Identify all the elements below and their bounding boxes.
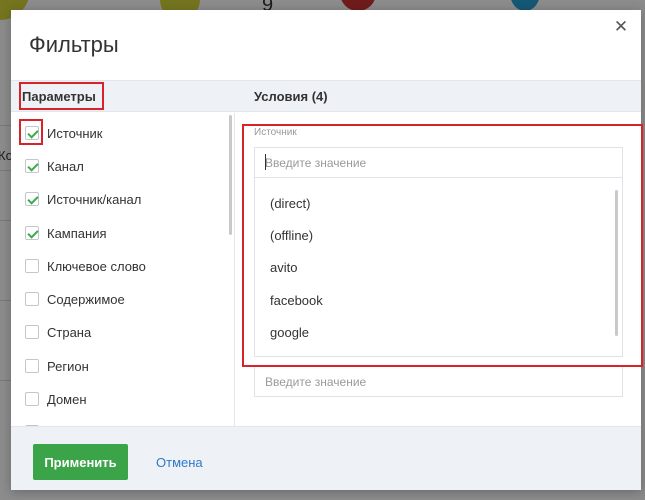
parameters-scrollbar[interactable] <box>229 115 232 235</box>
option-avito[interactable]: avito <box>270 260 297 275</box>
conditions-header: Условия (4) <box>254 89 328 104</box>
filters-modal: Фильтры ✕ Параметры Условия (4) Источник… <box>11 10 641 490</box>
second-condition-input[interactable] <box>254 366 623 397</box>
checkbox-unchecked[interactable] <box>25 259 39 273</box>
param-label: Содержимое <box>47 291 125 307</box>
condition-search-input[interactable] <box>254 147 623 178</box>
param-item-campaign[interactable]: Кампания <box>25 223 107 243</box>
param-label: Источник/канал <box>47 191 142 207</box>
checkbox-checked[interactable] <box>25 159 39 173</box>
param-label: Домен <box>47 391 87 407</box>
close-icon[interactable]: ✕ <box>611 17 631 37</box>
checkbox-checked[interactable] <box>25 126 39 140</box>
checkbox-unchecked[interactable] <box>25 292 39 306</box>
param-item-region[interactable]: Регион <box>25 356 89 376</box>
param-item-domain[interactable]: Домен <box>25 389 87 409</box>
apply-button[interactable]: Применить <box>33 444 128 480</box>
checkbox-unchecked[interactable] <box>25 359 39 373</box>
option-google[interactable]: google <box>270 325 309 340</box>
option-direct[interactable]: (direct) <box>270 196 310 211</box>
cancel-link[interactable]: Отмена <box>156 455 203 470</box>
parameters-header: Параметры <box>22 89 96 104</box>
param-label: Регион <box>47 358 89 374</box>
param-item-source-channel[interactable]: Источник/канал <box>25 189 141 209</box>
param-label: Ключевое слово <box>47 258 146 274</box>
checkbox-unchecked[interactable] <box>25 325 39 339</box>
param-item-content[interactable]: Содержимое <box>25 289 125 309</box>
parameters-list: Источник Канал Источник/канал Кампания К… <box>11 113 235 426</box>
condition-label: Источник <box>254 127 297 138</box>
option-offline[interactable]: (offline) <box>270 228 313 243</box>
checkbox-unchecked[interactable] <box>25 392 39 406</box>
checkbox-checked[interactable] <box>25 226 39 240</box>
modal-header-bar: Параметры Условия (4) <box>11 80 641 112</box>
modal-footer: Применить Отмена <box>11 426 641 490</box>
param-item-channel[interactable]: Канал <box>25 156 84 176</box>
dropdown-scrollbar[interactable] <box>615 190 618 336</box>
param-item-source[interactable]: Источник <box>25 123 103 143</box>
param-label: Кампания <box>47 225 107 241</box>
param-label: Канал <box>47 158 84 174</box>
param-item-country[interactable]: Страна <box>25 322 91 342</box>
param-label: Источник <box>47 125 103 141</box>
param-item-keyword[interactable]: Ключевое слово <box>25 256 146 276</box>
param-label: Страна <box>47 324 92 340</box>
modal-title: Фильтры <box>29 32 119 57</box>
condition-options-dropdown: (direct) (offline) avito facebook google <box>254 177 623 357</box>
checkbox-checked[interactable] <box>25 192 39 206</box>
text-caret <box>265 154 266 170</box>
option-facebook[interactable]: facebook <box>270 293 323 308</box>
